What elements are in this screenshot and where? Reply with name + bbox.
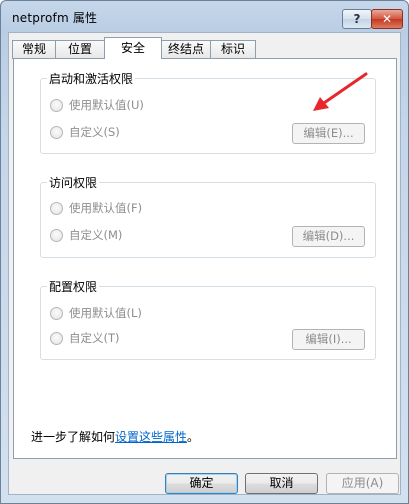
window-title: netprofm 属性 bbox=[12, 11, 98, 25]
radio-button[interactable] bbox=[50, 99, 63, 112]
radio-button[interactable] bbox=[50, 229, 63, 242]
radio-button[interactable] bbox=[50, 307, 63, 320]
group-title: 配置权限 bbox=[47, 278, 100, 295]
title-bar[interactable]: netprofm 属性 ? ✕ bbox=[1, 1, 408, 31]
apply-button[interactable]: 应用(A) bbox=[326, 473, 399, 494]
arrow-head bbox=[313, 97, 329, 111]
radio-label: 自定义(M) bbox=[69, 228, 123, 242]
tab-identity[interactable]: 标识 bbox=[210, 40, 256, 59]
configuration-permissions-group: 配置权限 使用默认值(L) 自定义(T) 编辑(I)... bbox=[40, 278, 376, 360]
group-title: 启动和激活权限 bbox=[47, 70, 136, 87]
group-title: 访问权限 bbox=[47, 174, 100, 191]
tab-endpoints[interactable]: 终结点 bbox=[161, 40, 211, 59]
help-text: 进一步了解如何设置这些属性。 bbox=[31, 428, 199, 445]
radio-label: 使用默认值(L) bbox=[69, 306, 142, 320]
tab-general[interactable]: 常规 bbox=[12, 40, 56, 59]
edit-launch-button[interactable]: 编辑(E)... bbox=[292, 123, 365, 144]
edit-access-button[interactable]: 编辑(D)... bbox=[292, 226, 365, 247]
cancel-button[interactable]: 取消 bbox=[245, 473, 318, 494]
help-button[interactable]: ? bbox=[342, 9, 372, 29]
red-arrow-annotation bbox=[313, 72, 368, 111]
arrow-shaft bbox=[319, 72, 368, 107]
radio-button[interactable] bbox=[50, 202, 63, 215]
help-prefix: 进一步了解如何 bbox=[31, 430, 116, 444]
radio-label: 使用默认值(F) bbox=[69, 201, 143, 215]
help-suffix: 。 bbox=[187, 430, 200, 444]
ok-button[interactable]: 确定 bbox=[165, 473, 238, 494]
radio-label: 自定义(T) bbox=[69, 331, 120, 345]
edit-configuration-button[interactable]: 编辑(I)... bbox=[292, 329, 365, 350]
set-properties-link[interactable]: 设置这些属性 bbox=[115, 430, 187, 444]
radio-button[interactable] bbox=[50, 126, 63, 139]
radio-label: 使用默认值(U) bbox=[69, 98, 144, 112]
properties-window: netprofm 属性 ? ✕ 常规 位置 安全 终结点 标识 启动和激活权限 … bbox=[0, 0, 409, 504]
close-button[interactable]: ✕ bbox=[371, 9, 403, 29]
radio-label: 自定义(S) bbox=[69, 125, 120, 139]
tab-security[interactable]: 安全 bbox=[104, 37, 162, 59]
tab-location[interactable]: 位置 bbox=[55, 40, 105, 59]
radio-button[interactable] bbox=[50, 332, 63, 345]
access-permissions-group: 访问权限 使用默认值(F) 自定义(M) 编辑(D)... bbox=[40, 174, 376, 258]
